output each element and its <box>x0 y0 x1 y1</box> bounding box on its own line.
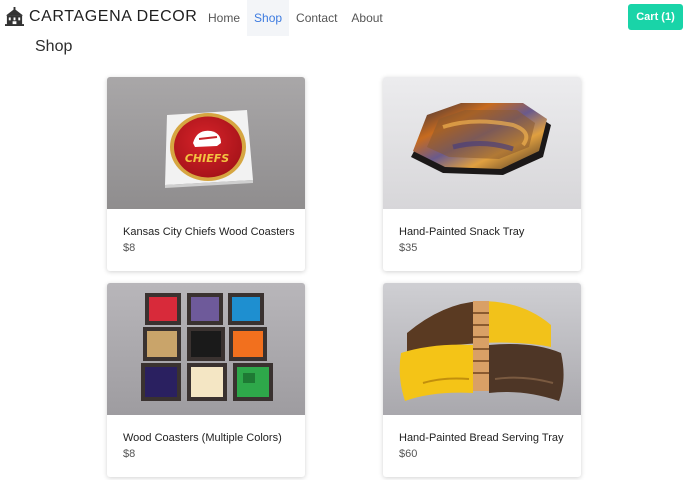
nav-home-link[interactable]: Home <box>201 0 247 36</box>
nav-links: Home Shop Contact About <box>201 0 390 36</box>
product-card[interactable]: Wood Coasters (Multiple Colors) $8 <box>107 283 305 477</box>
colored-coasters-photo[interactable] <box>107 283 305 415</box>
product-price: $8 <box>123 448 136 460</box>
brand-name: CARTAGENA DECOR <box>29 7 198 25</box>
product-name[interactable]: Wood Coasters (Multiple Colors) <box>123 431 289 445</box>
card-body: Kansas City Chiefs Wood Coasters $8 <box>107 209 305 270</box>
chiefs-coaster-photo[interactable]: CHIEFS <box>107 77 305 209</box>
nav-shop-link[interactable]: Shop <box>247 0 290 36</box>
product-name[interactable]: Hand-Painted Bread Serving Tray <box>399 431 565 445</box>
card-body: Wood Coasters (Multiple Colors) $8 <box>107 415 305 476</box>
card-body: Hand-Painted Bread Serving Tray $60 <box>383 415 581 476</box>
castle-icon <box>5 7 24 26</box>
product-card[interactable]: Hand-Painted Snack Tray $35 <box>383 77 581 271</box>
page-title: Shop <box>35 38 73 55</box>
card-body: Hand-Painted Snack Tray $35 <box>383 209 581 270</box>
octagonal-tray-photo[interactable] <box>383 77 581 209</box>
product-price: $8 <box>123 242 136 254</box>
product-name[interactable]: Hand-Painted Snack Tray <box>399 225 565 239</box>
nav-about-link[interactable]: About <box>344 0 389 36</box>
navbar: CARTAGENA DECOR Home Shop Contact About … <box>0 0 691 36</box>
product-price: $60 <box>399 448 418 460</box>
product-price: $35 <box>399 242 418 254</box>
nav-contact-link[interactable]: Contact <box>289 0 344 36</box>
svg-text:CHIEFS: CHIEFS <box>185 152 229 165</box>
product-name[interactable]: Kansas City Chiefs Wood Coasters <box>123 225 295 239</box>
product-card[interactable]: CHIEFS Kansas City Chiefs Wood Coasters … <box>107 77 305 271</box>
brand-link[interactable]: CARTAGENA DECOR <box>5 7 197 26</box>
cart-button[interactable]: Cart (1) <box>628 4 683 30</box>
product-card[interactable]: Hand-Painted Bread Serving Tray $60 <box>383 283 581 477</box>
bread-tray-photo[interactable] <box>383 283 581 415</box>
